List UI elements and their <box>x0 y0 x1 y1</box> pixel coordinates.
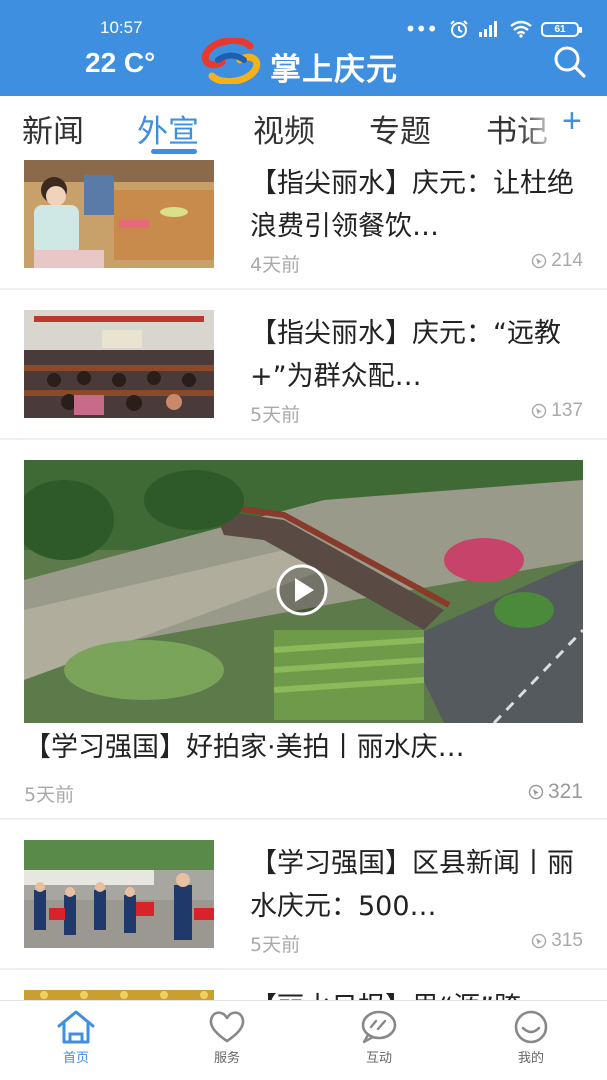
article-time: 5天前 <box>250 934 301 956</box>
nav-interaction-label: 互动 <box>365 1051 392 1066</box>
article-title: 【指尖丽水】庆元：让杜绝浪费引领餐饮… <box>250 168 574 242</box>
nav-home-label: 首页 <box>62 1051 89 1066</box>
app-header: 10:57 ••• 61 22 C° 掌上庆元 <box>0 0 607 96</box>
app-logo <box>201 38 261 84</box>
nav-services-label: 服务 <box>213 1051 240 1066</box>
add-channel-button[interactable]: + <box>562 102 582 141</box>
list-item[interactable]: 【指尖丽水】庆元：让杜绝浪费引领餐饮… 4天前 214 <box>0 158 607 288</box>
video-time: 5天前 <box>24 784 75 806</box>
article-views: 214 <box>531 250 583 272</box>
tabs-fade <box>520 96 560 156</box>
view-count-icon <box>532 403 547 419</box>
video-views: 321 <box>528 780 583 804</box>
article-views: 315 <box>531 930 583 952</box>
video-list-item[interactable]: 【学习强国】好拍家·美拍丨丽水庆… 5天前 321 <box>0 440 607 818</box>
article-thumbnail <box>24 310 214 418</box>
nav-home[interactable]: 首页 <box>26 1009 126 1066</box>
view-count-icon <box>532 933 547 949</box>
status-dots: ••• <box>404 17 438 41</box>
tab-video[interactable]: 视频 <box>253 106 315 151</box>
article-thumbnail <box>24 840 214 948</box>
wifi-icon <box>510 20 532 38</box>
tab-topics[interactable]: 专题 <box>369 106 431 151</box>
article-time: 4天前 <box>250 254 301 276</box>
smile-icon <box>514 1010 548 1044</box>
status-time: 10:57 <box>100 18 143 37</box>
nav-profile-label: 我的 <box>517 1051 544 1066</box>
view-count-icon <box>528 784 544 800</box>
article-title: 【丽水日报】思“源”跨… <box>250 986 585 1000</box>
view-count-icon <box>532 253 547 269</box>
tab-news[interactable]: 新闻 <box>22 106 84 151</box>
active-tab-indicator <box>151 149 197 154</box>
article-title: 【指尖丽水】庆元：“远教+”为群众配… <box>250 318 561 392</box>
article-thumbnail <box>24 990 214 1000</box>
list-item[interactable]: 【指尖丽水】庆元：“远教+”为群众配… 5天前 137 <box>0 290 607 438</box>
nav-services[interactable]: 服务 <box>177 1009 277 1066</box>
heart-icon <box>209 1011 245 1043</box>
tab-external-publicity[interactable]: 外宣 <box>137 106 199 151</box>
home-icon <box>57 1010 95 1044</box>
battery-indicator: 61 <box>541 21 582 37</box>
nav-interaction[interactable]: 互动 <box>329 1009 429 1066</box>
nav-profile[interactable]: 我的 <box>481 1009 581 1066</box>
alarm-icon <box>450 20 468 38</box>
signal-icon <box>479 21 497 37</box>
news-feed: 【指尖丽水】庆元：让杜绝浪费引领餐饮… 4天前 214 【指尖丽水】庆元：“远教… <box>0 158 607 1000</box>
video-thumbnail <box>24 460 583 723</box>
view-count: 315 <box>551 930 583 951</box>
chat-icon <box>361 1010 397 1044</box>
article-time: 5天前 <box>250 404 301 426</box>
bottom-navigation: 首页 服务 互动 我的 <box>0 1000 607 1080</box>
view-count: 137 <box>551 400 583 421</box>
article-views: 137 <box>531 400 583 422</box>
category-tabs: 新闻 外宣 视频 专题 书记 <box>0 96 607 158</box>
article-title: 【学习强国】区县新闻丨丽水庆元：500… <box>250 848 574 922</box>
weather-temperature: 22 C° <box>85 47 156 78</box>
view-count: 321 <box>547 780 583 803</box>
status-icons: ••• 61 <box>404 17 582 41</box>
list-item[interactable]: 【学习强国】区县新闻丨丽水庆元：500… 5天前 315 <box>0 820 607 968</box>
view-count: 214 <box>551 250 583 271</box>
list-item[interactable]: 【丽水日报】思“源”跨… <box>0 970 607 1000</box>
article-thumbnail <box>24 160 214 268</box>
app-title: 掌上庆元 <box>270 52 398 88</box>
search-icon[interactable] <box>552 44 588 80</box>
video-title: 【学习强国】好拍家·美拍丨丽水庆… <box>24 732 465 763</box>
